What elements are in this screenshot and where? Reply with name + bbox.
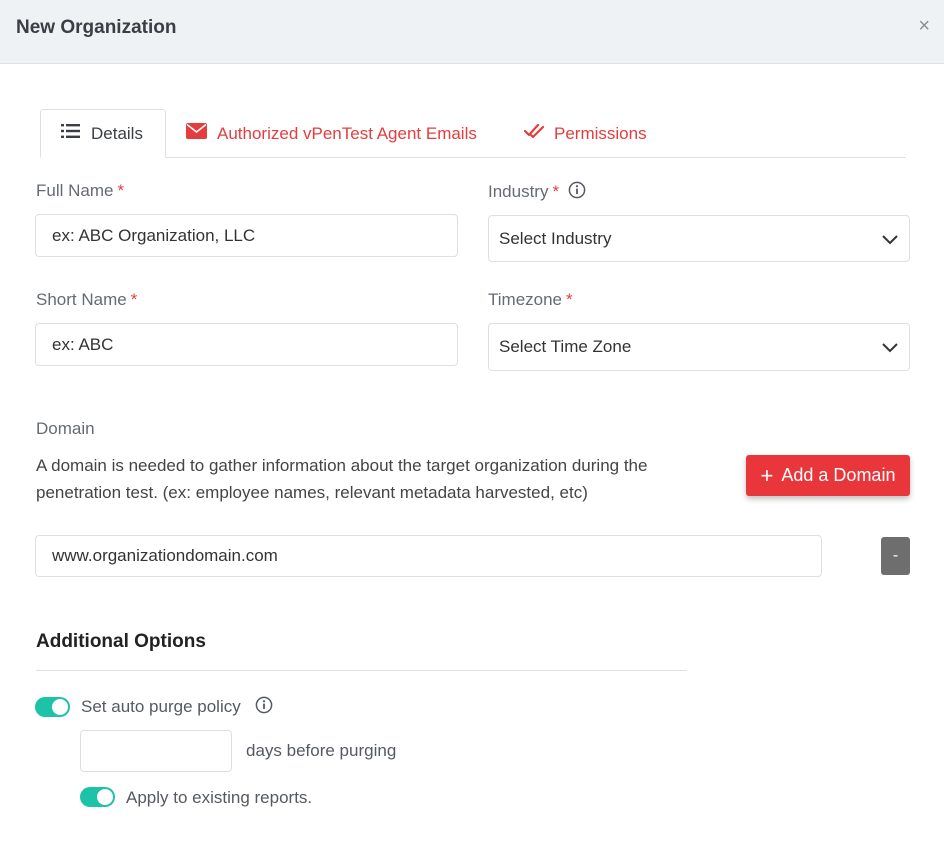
auto-purge-toggle[interactable] xyxy=(35,697,70,717)
tab-permissions[interactable]: Permissions xyxy=(523,109,647,158)
domain-value: www.organizationdomain.com xyxy=(52,546,278,565)
close-icon[interactable]: × xyxy=(918,14,930,38)
required-marker: * xyxy=(552,181,560,201)
full-name-placeholder: ex: ABC Organization, LLC xyxy=(52,225,256,245)
tab-bar: Details Authorized vPenTest Agent Emails… xyxy=(40,109,906,158)
remove-domain-button[interactable]: - xyxy=(881,537,910,575)
modal-title: New Organization xyxy=(16,17,177,38)
tab-details[interactable]: Details xyxy=(40,109,166,158)
chevron-down-icon xyxy=(881,339,899,360)
required-marker: * xyxy=(566,290,573,309)
required-marker: * xyxy=(117,181,125,200)
timezone-label: Timezone * xyxy=(488,290,573,309)
required-marker: * xyxy=(130,290,138,309)
double-check-icon xyxy=(523,122,545,145)
domain-label: Domain xyxy=(36,419,95,438)
toggle-knob xyxy=(52,699,68,715)
envelope-icon xyxy=(186,123,207,144)
plus-icon: + xyxy=(760,462,774,488)
apply-existing-label: Apply to existing reports. xyxy=(126,788,313,807)
domain-input[interactable]: www.organizationdomain.com xyxy=(35,535,822,577)
timezone-value: Select Time Zone xyxy=(499,337,632,356)
industry-label: Industry * xyxy=(488,181,586,204)
tab-label: Details xyxy=(91,123,143,143)
modal-header: New Organization × xyxy=(0,0,944,64)
days-suffix-label: days before purging xyxy=(246,741,397,760)
apply-existing-toggle[interactable] xyxy=(80,787,115,807)
section-divider xyxy=(36,670,687,671)
info-icon[interactable] xyxy=(255,696,273,719)
purge-days-input[interactable] xyxy=(80,730,232,772)
tab-label: Authorized vPenTest Agent Emails xyxy=(217,123,477,143)
additional-options-title: Additional Options xyxy=(36,631,206,652)
add-domain-label: Add a Domain xyxy=(781,465,896,485)
tab-label: Permissions xyxy=(554,123,647,143)
list-icon xyxy=(61,123,81,144)
industry-select[interactable]: Select Industry xyxy=(488,215,910,262)
short-name-input[interactable]: ex: ABC xyxy=(35,323,458,366)
info-icon[interactable] xyxy=(568,181,586,204)
toggle-knob xyxy=(97,789,113,805)
chevron-down-icon xyxy=(881,231,899,252)
full-name-label: Full Name * xyxy=(36,181,125,200)
domain-description: A domain is needed to gather information… xyxy=(36,456,648,502)
auto-purge-label: Set auto purge policy xyxy=(81,697,241,716)
add-domain-button[interactable]: + Add a Domain xyxy=(746,455,910,496)
short-name-label: Short Name * xyxy=(36,290,138,309)
full-name-input[interactable]: ex: ABC Organization, LLC xyxy=(35,214,458,257)
timezone-select[interactable]: Select Time Zone xyxy=(488,323,910,371)
short-name-placeholder: ex: ABC xyxy=(52,334,114,354)
tab-authorized-emails[interactable]: Authorized vPenTest Agent Emails xyxy=(186,109,477,158)
industry-value: Select Industry xyxy=(499,228,612,248)
